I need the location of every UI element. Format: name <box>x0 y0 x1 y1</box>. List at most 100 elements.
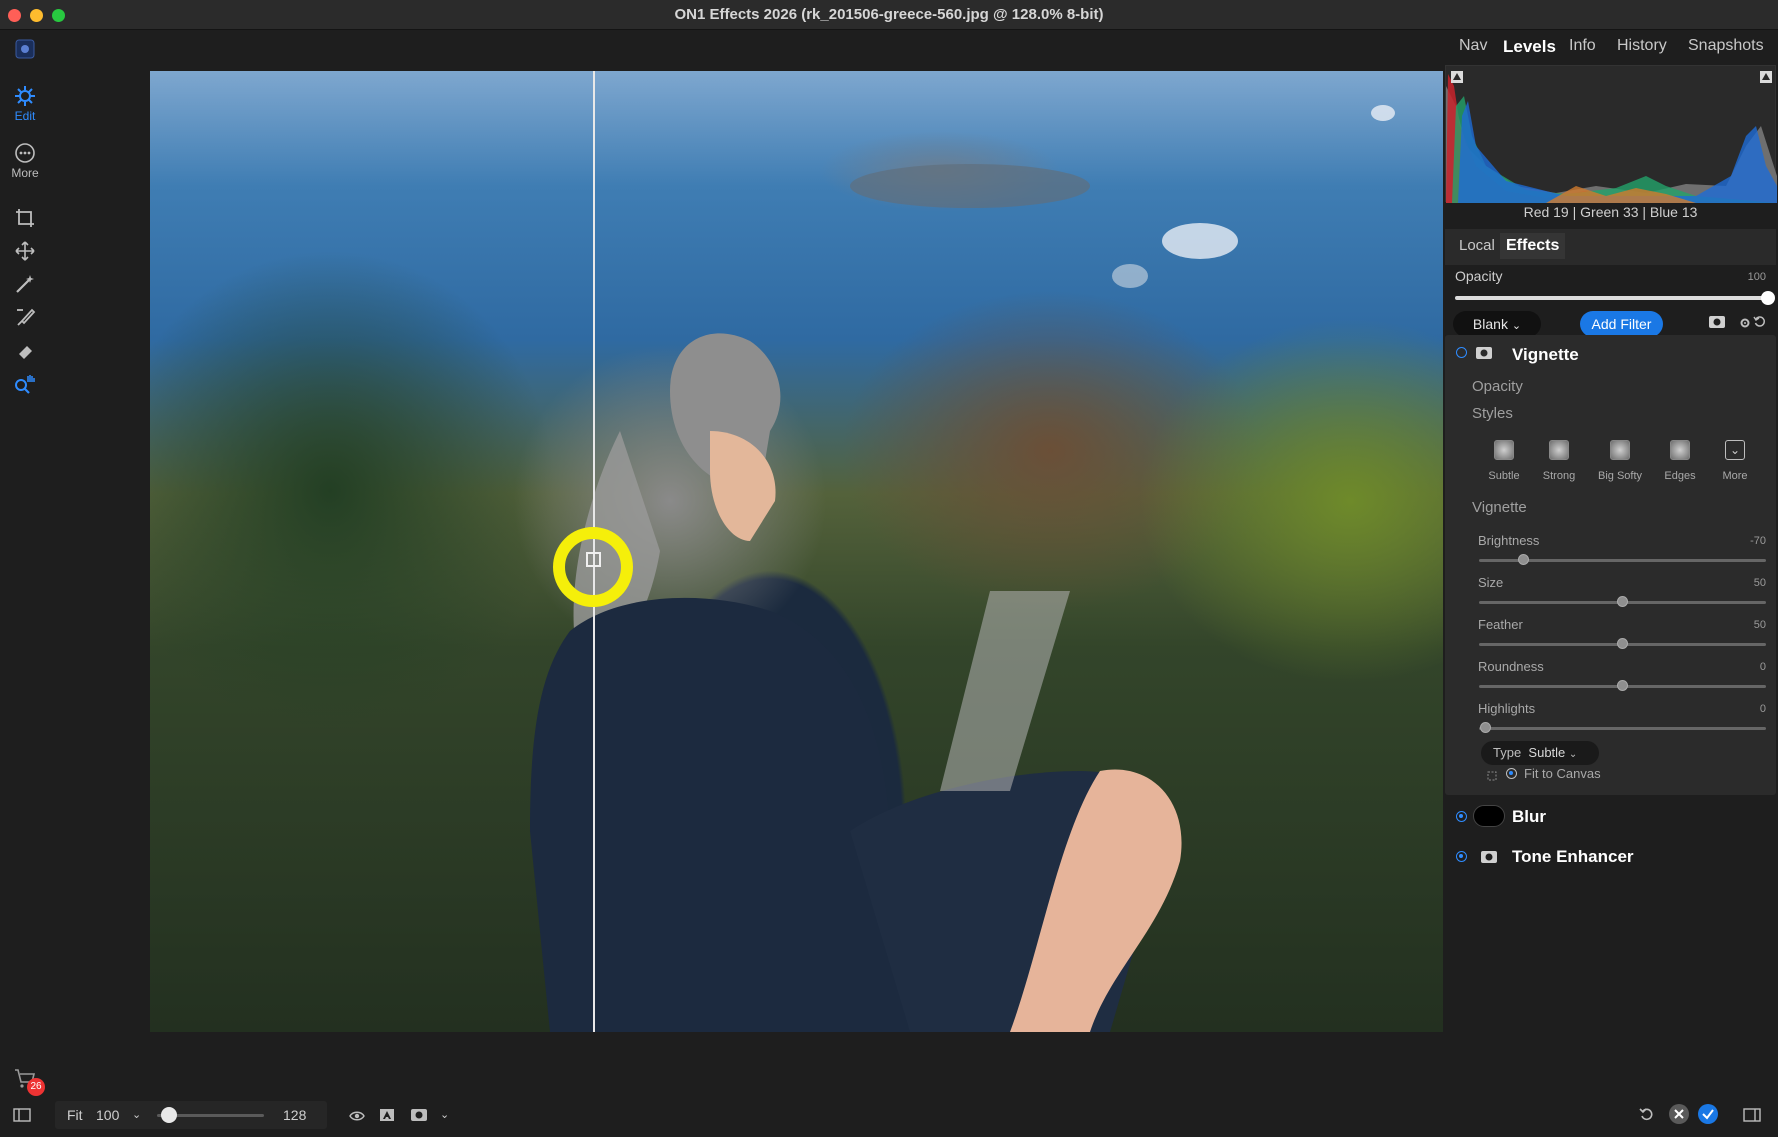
preset-dropdown[interactable]: Blank ⌄ <box>1453 311 1541 337</box>
feather-value: 50 <box>1753 619 1766 631</box>
style-subtle-icon[interactable] <box>1494 440 1514 460</box>
photo-canvas[interactable] <box>150 71 1491 1032</box>
type-label: Type <box>1493 745 1522 760</box>
type-dropdown[interactable]: Type Subtle ⌄ <box>1481 741 1599 765</box>
move-icon <box>15 241 35 261</box>
style-edges-icon[interactable] <box>1670 440 1690 460</box>
tab-snapshots[interactable]: Snapshots <box>1688 37 1764 55</box>
opacity-value: 100 <box>1747 271 1766 283</box>
panel-toggle-right-icon[interactable] <box>1743 1100 1761 1134</box>
brush-tool[interactable] <box>0 306 50 328</box>
histogram <box>1445 65 1777 203</box>
roundness-value: 0 <box>1759 661 1766 673</box>
magic-wand-icon <box>16 275 34 293</box>
style-big-softy-icon[interactable] <box>1610 440 1630 460</box>
eraser-tool[interactable] <box>0 340 50 362</box>
fit-to-canvas-radio[interactable] <box>1506 768 1517 779</box>
tone-enhancer-title[interactable]: Tone Enhancer <box>1512 847 1634 867</box>
brightness-slider-knob[interactable] <box>1518 554 1529 565</box>
add-filter-button[interactable]: Add Filter <box>1580 311 1663 337</box>
highlights-label: Highlights <box>1478 701 1536 716</box>
blur-mask-thumbnail[interactable] <box>1473 805 1505 827</box>
opacity-slider-knob[interactable] <box>1761 291 1775 305</box>
maximize-window-button[interactable] <box>52 9 65 22</box>
left-toolbar: Edit More <box>0 31 50 1132</box>
style-strong-icon[interactable] <box>1549 440 1569 460</box>
zoom-slider-knob[interactable] <box>161 1107 177 1123</box>
highlights-slider-knob[interactable] <box>1480 722 1491 733</box>
crop-tool[interactable] <box>0 207 50 229</box>
crop-icon <box>16 209 34 227</box>
preview-eye-icon[interactable] <box>349 1100 365 1134</box>
zoom-tool[interactable] <box>0 373 50 395</box>
feather-slider-knob[interactable] <box>1617 638 1628 649</box>
zoom-value[interactable]: 100 <box>96 1098 119 1132</box>
zoom-max-value: 128 <box>283 1107 307 1123</box>
mask-view-chevron-icon[interactable]: ⌄ <box>440 1098 449 1132</box>
style-more-label: More <box>1722 470 1748 482</box>
eraser-icon <box>19 346 32 359</box>
compare-icon[interactable] <box>379 1100 395 1134</box>
vignette-filter-card: Vignette Opacity Styles Subtle Strong Bi… <box>1445 335 1776 795</box>
undo-icon[interactable] <box>1639 1100 1655 1134</box>
style-more-icon[interactable]: ⌄ <box>1725 440 1745 460</box>
more-icon <box>15 143 35 163</box>
roundness-slider-knob[interactable] <box>1617 680 1628 691</box>
tab-levels[interactable]: Levels <box>1503 37 1556 57</box>
preset-label: Blank <box>1472 316 1508 332</box>
histogram-readout: Red 19 | Green 33 | Blue 13 <box>1523 204 1698 220</box>
title-bar: ON1 Effects 2026 (rk_201506-greece-560.j… <box>0 0 1778 30</box>
tab-nav[interactable]: Nav <box>1459 37 1487 55</box>
app-logo <box>0 39 50 59</box>
bottom-bar: Fit 100 ⌄ 128 ⌄ <box>0 1098 1778 1132</box>
style-edges-label: Edges <box>1664 470 1696 482</box>
panel-tabs: Nav Levels Info History Snapshots <box>1443 31 1778 63</box>
roundness-label: Roundness <box>1478 659 1544 674</box>
more-label: More <box>11 166 39 180</box>
gear-icon[interactable] <box>1739 316 1751 334</box>
vignette-section-label[interactable]: Vignette <box>1472 499 1527 516</box>
minimize-window-button[interactable] <box>30 9 43 22</box>
subtab-effects[interactable]: Effects <box>1500 233 1566 259</box>
size-slider-knob[interactable] <box>1617 596 1628 607</box>
vignette-title[interactable]: Vignette <box>1512 345 1579 365</box>
transform-tool[interactable] <box>0 240 50 262</box>
more-tool[interactable]: More <box>0 142 50 180</box>
brightness-value: -70 <box>1750 535 1766 547</box>
chevron-down-icon: ⌄ <box>1568 749 1578 760</box>
highlights-value: 0 <box>1759 703 1766 715</box>
canvas-area <box>50 31 1491 1071</box>
split-handle[interactable] <box>586 552 601 567</box>
blur-title[interactable]: Blur <box>1512 807 1546 827</box>
styles-label[interactable]: Styles <box>1472 405 1513 422</box>
tone-camera-icon <box>1480 850 1498 869</box>
zoom-dropdown-chevron-icon[interactable]: ⌄ <box>132 1098 141 1132</box>
close-window-button[interactable] <box>8 9 21 22</box>
fit-to-canvas-label[interactable]: Fit to Canvas <box>1524 766 1601 781</box>
tone-visibility-toggle[interactable] <box>1456 851 1467 862</box>
opacity-slider[interactable] <box>1455 296 1765 300</box>
mask-icon[interactable] <box>1708 315 1726 334</box>
fit-button[interactable]: Fit <box>67 1098 83 1132</box>
edit-tool[interactable]: Edit <box>0 85 50 123</box>
photo-content <box>530 105 1395 1032</box>
panel-toggle-left-icon[interactable] <box>13 1100 31 1134</box>
camera-icon <box>1475 346 1493 365</box>
retouch-tool[interactable] <box>0 273 50 295</box>
brightness-label: Brightness <box>1478 533 1540 548</box>
tab-history[interactable]: History <box>1617 37 1667 55</box>
cart-count-badge: 26 <box>27 1078 45 1096</box>
tab-info[interactable]: Info <box>1569 37 1596 55</box>
size-label: Size <box>1478 575 1504 590</box>
reset-icon[interactable] <box>1753 315 1766 333</box>
highlights-slider[interactable] <box>1479 727 1766 730</box>
right-panel: Nav Levels Info History Snapshots Red 19… <box>1443 31 1778 1098</box>
blur-visibility-toggle[interactable] <box>1456 811 1467 822</box>
style-strong-label: Strong <box>1542 470 1576 482</box>
window-title: ON1 Effects 2026 (rk_201506-greece-560.j… <box>674 6 1104 23</box>
size-value: 50 <box>1753 577 1766 589</box>
vignette-visibility-toggle[interactable] <box>1456 347 1467 358</box>
vignette-opacity-label[interactable]: Opacity <box>1472 378 1523 395</box>
mask-view-icon[interactable] <box>410 1100 428 1134</box>
subtab-local[interactable]: Local <box>1459 237 1495 254</box>
